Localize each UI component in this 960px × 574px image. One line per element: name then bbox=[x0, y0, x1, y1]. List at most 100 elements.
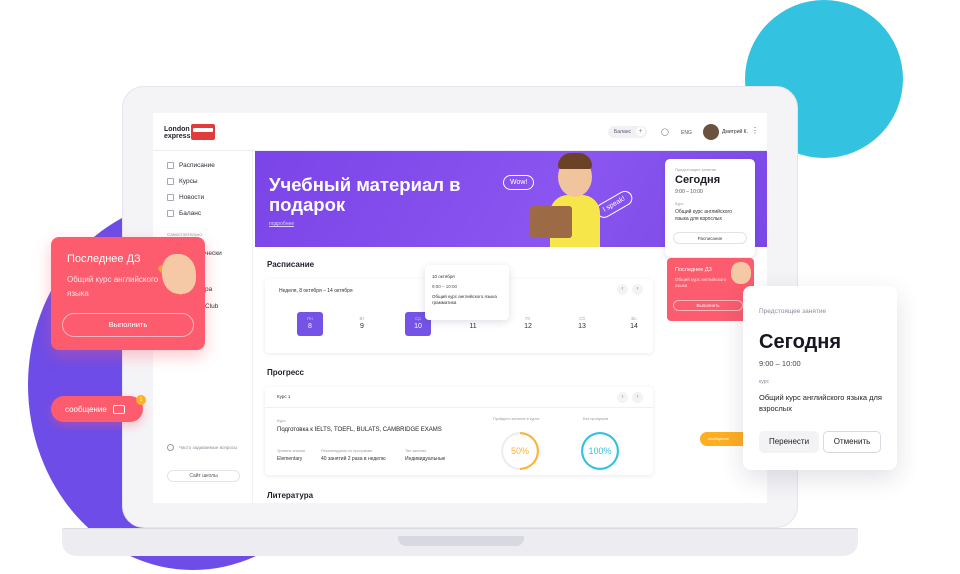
meta-label: Рекомендуемо по программе bbox=[321, 449, 373, 453]
banner-title: Учебный материал в подарок bbox=[269, 174, 461, 215]
schedule-button[interactable]: Расписание bbox=[673, 232, 747, 244]
sidebar-item-label: Расписание bbox=[179, 162, 215, 169]
cancel-button[interactable]: Отменить bbox=[823, 431, 881, 453]
logo-line1: London bbox=[164, 126, 190, 133]
logo[interactable]: London express bbox=[164, 126, 190, 140]
laptop-notch bbox=[398, 536, 524, 546]
meta-recommended: Рекомендуемо по программе 40 занятий 2 р… bbox=[321, 449, 386, 462]
balance-pill[interactable]: Баланс + bbox=[608, 126, 648, 138]
site-button[interactable]: Сайт школы bbox=[167, 470, 240, 482]
more-vertical-icon[interactable]: ⋮ bbox=[751, 126, 759, 135]
character-hair bbox=[558, 153, 592, 169]
ring1-label: Пройдено занятие в курсе bbox=[493, 417, 540, 421]
app-header: London express Баланс + ◯ ENG Дмитрий К.… bbox=[153, 113, 767, 151]
message-label: сообщение bbox=[65, 404, 107, 414]
ring2-label: Без пропусков bbox=[583, 417, 609, 421]
courses-icon bbox=[167, 178, 174, 185]
question-icon bbox=[167, 444, 174, 451]
day-name: Вт bbox=[359, 316, 365, 321]
hand-mini-icon bbox=[731, 262, 751, 284]
day-name: Вс bbox=[631, 316, 637, 321]
day-cell[interactable]: Пн 8 bbox=[297, 312, 323, 336]
prev-course-button[interactable]: ‹ bbox=[617, 392, 628, 403]
hw-mini-title: Последнее ДЗ bbox=[675, 267, 712, 273]
sidebar-item-news[interactable]: Новости bbox=[167, 194, 204, 201]
day-number: 13 bbox=[578, 323, 586, 330]
next-week-button[interactable]: › bbox=[632, 284, 643, 295]
day-cell[interactable]: Вт 9 bbox=[349, 312, 375, 336]
day-name: Сб bbox=[579, 316, 585, 321]
logo-line2: express bbox=[164, 133, 191, 140]
banner-link[interactable]: подробнее bbox=[269, 221, 294, 227]
day-cell[interactable]: Сб 13 bbox=[569, 312, 595, 336]
sidebar-item-partial-2[interactable]: ра bbox=[205, 286, 212, 293]
sidebar-item-label: Курсы bbox=[179, 178, 198, 185]
upcoming-day: Сегодня bbox=[675, 174, 721, 186]
sidebar-item-label: Баланс bbox=[179, 210, 202, 217]
lesson-tooltip: 10 октября 9:00 – 10:00 Общий курс англи… bbox=[425, 265, 509, 320]
language-switch[interactable]: ENG bbox=[681, 130, 692, 136]
ring2-value: 100% bbox=[588, 446, 612, 456]
sidebar-item-balance[interactable]: Баланс bbox=[167, 210, 201, 217]
day-name: Пн bbox=[307, 316, 313, 321]
tooltip-course: Общий курс английского языка грамматика bbox=[432, 294, 497, 305]
sidebar-item-courses[interactable]: Курсы bbox=[167, 178, 198, 185]
message-button[interactable]: сообщение bbox=[51, 396, 143, 422]
progress-ring-lessons: 50% bbox=[501, 432, 539, 470]
upcoming-label: Предстоящее занятие bbox=[675, 167, 717, 172]
sidebar-item-partial-1[interactable]: чески bbox=[205, 250, 222, 257]
next-course-button[interactable]: › bbox=[632, 392, 643, 403]
faq-link[interactable]: Часто задаваемые вопросы bbox=[167, 444, 237, 451]
progress-ring-attendance: 100% bbox=[581, 432, 619, 470]
tooltip-time: 9:00 – 10:00 bbox=[432, 284, 458, 289]
literature-title: Литература bbox=[267, 491, 314, 500]
bus-logo-icon bbox=[191, 124, 215, 140]
sidebar-item-partial-3[interactable]: Club bbox=[205, 303, 218, 310]
upcoming-big-course-label: курс bbox=[759, 379, 769, 385]
prev-week-button[interactable]: ‹ bbox=[617, 284, 628, 295]
day-number: 9 bbox=[360, 323, 364, 330]
plus-icon[interactable]: + bbox=[636, 127, 646, 136]
message-badge: 1 bbox=[136, 395, 146, 405]
progress-card: Курс 1 ‹ › Курс Подготовка к IELTS, TOEF… bbox=[265, 387, 653, 475]
meta-value: 40 занятий 2 раза в неделю bbox=[321, 456, 386, 462]
meta-type: Тип занятия Индивидуальные bbox=[405, 449, 445, 462]
do-homework-button[interactable]: Выполнить bbox=[62, 313, 194, 337]
course-select[interactable]: Курс 1 bbox=[277, 394, 290, 399]
message-mini-button[interactable]: сообщение bbox=[700, 432, 748, 446]
day-number: 14 bbox=[630, 323, 638, 330]
day-cell[interactable]: Вс 14 bbox=[621, 312, 647, 336]
schedule-title: Расписание bbox=[267, 260, 315, 269]
hand-icon bbox=[162, 254, 196, 294]
meta-label: Уровень знания bbox=[277, 449, 305, 453]
upcoming-lesson-card-large: Предстоящее занятие Сегодня 9:00 – 10:00… bbox=[743, 286, 897, 470]
meta-label: Тип занятия bbox=[405, 449, 427, 453]
avatar[interactable] bbox=[703, 124, 719, 140]
hw-subtitle: Общий курс английского языка bbox=[67, 275, 159, 298]
day-number: 11 bbox=[469, 323, 477, 330]
course-title: Подготовка к IELTS, TOEFL, BULATS, CAMBR… bbox=[277, 427, 442, 433]
meta-value: Индивидуальные bbox=[405, 456, 446, 462]
sidebar-item-schedule[interactable]: Расписание bbox=[167, 162, 215, 169]
day-number: 10 bbox=[414, 323, 422, 330]
upcoming-big-time: 9:00 – 10:00 bbox=[759, 359, 801, 368]
tooltip-date: 10 октября bbox=[432, 274, 455, 279]
balance-label: Баланс bbox=[614, 129, 632, 135]
reschedule-button[interactable]: Перенести bbox=[759, 431, 819, 453]
upcoming-time: 9:00 – 10:00 bbox=[675, 189, 703, 195]
calendar-icon bbox=[167, 162, 174, 169]
day-cell[interactable]: Пт 12 bbox=[515, 312, 541, 336]
hw-mini-button[interactable]: Выполнить bbox=[673, 300, 743, 311]
user-name[interactable]: Дмитрий К. bbox=[722, 129, 748, 135]
ring1-value: 50% bbox=[510, 446, 529, 456]
faq-label: Часто задаваемые вопросы bbox=[179, 445, 238, 450]
wow-bubble: Wow! bbox=[503, 175, 535, 190]
chat-icon[interactable]: ◯ bbox=[661, 128, 669, 136]
upcoming-course: Общий курс английского языка для взрослы… bbox=[675, 209, 732, 222]
upcoming-big-label: Предстоящее занятие bbox=[759, 308, 827, 315]
day-number: 8 bbox=[308, 323, 312, 330]
meta-level: Уровень знания Elementary bbox=[277, 449, 305, 462]
day-name: Пт bbox=[525, 316, 531, 321]
upcoming-big-day: Сегодня bbox=[759, 331, 842, 353]
upcoming-big-course: Общий курс английского языка для взрослы… bbox=[759, 393, 882, 413]
